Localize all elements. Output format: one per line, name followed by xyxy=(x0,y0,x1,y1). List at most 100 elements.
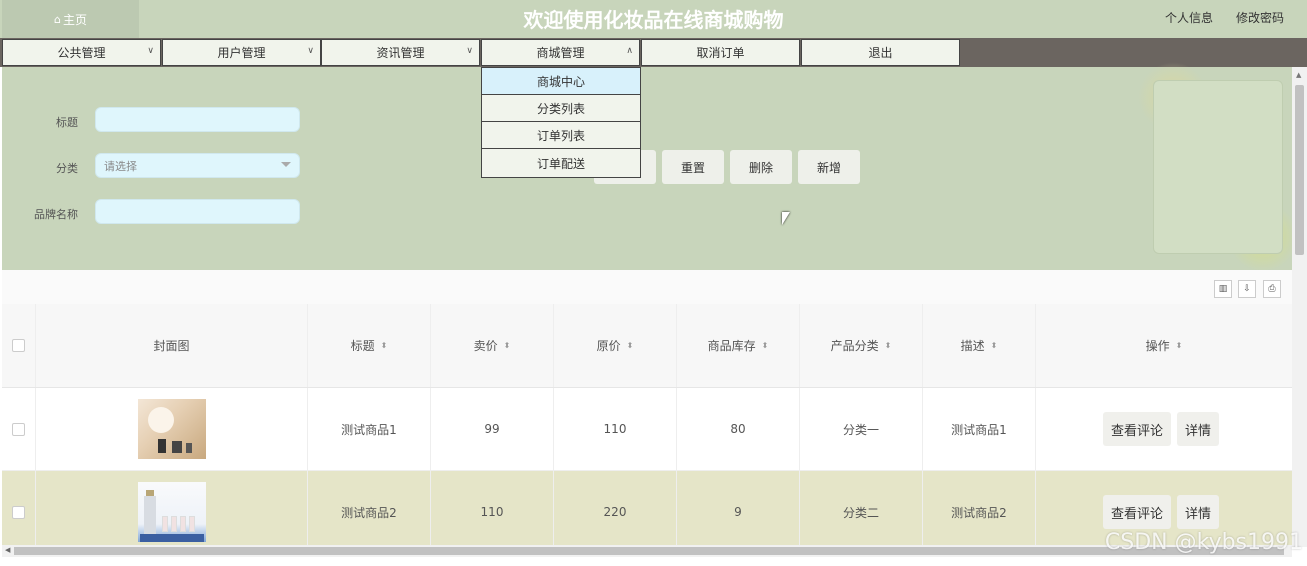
brand-input[interactable] xyxy=(95,199,300,224)
category-placeholder: 请选择 xyxy=(104,159,137,173)
col-label: 标题 xyxy=(350,339,375,353)
nav-logout[interactable]: 退出 xyxy=(801,39,960,66)
col-stock[interactable]: 商品库存 ⬍ xyxy=(677,304,800,387)
site-title: 欢迎使用化妆品在线商城购物 xyxy=(523,8,784,32)
detail-button[interactable]: 详情 xyxy=(1177,495,1220,529)
menu-item-order-delivery[interactable]: 订单配送 xyxy=(482,149,640,177)
sort-icon[interactable]: ⬍ xyxy=(627,341,634,350)
table-row[interactable]: 测试商品2 110 220 9 分类二 测试商品2 查看评论 详情 xyxy=(2,471,1292,554)
view-reviews-button[interactable]: 查看评论 xyxy=(1102,412,1171,446)
nav-cancel-order[interactable]: 取消订单 xyxy=(641,39,800,66)
sort-icon[interactable]: ⬍ xyxy=(885,341,892,350)
nav-news-management[interactable]: 资讯管理 ∨ xyxy=(321,39,480,66)
cover-cell xyxy=(36,388,308,470)
menu-item-mall-center[interactable]: 商城中心 xyxy=(482,68,640,95)
category-select[interactable]: 请选择 xyxy=(95,153,300,178)
scrollbar-thumb[interactable] xyxy=(14,547,1284,555)
nav-user-management[interactable]: 用户管理 ∨ xyxy=(162,39,321,66)
product-cover-image xyxy=(137,399,206,459)
col-original-price[interactable]: 原价 ⬍ xyxy=(554,304,677,387)
title-input[interactable] xyxy=(95,107,300,132)
profile-link[interactable]: 个人信息 xyxy=(1165,0,1213,36)
nav-label: 取消订单 xyxy=(696,46,745,60)
col-cover: 封面图 xyxy=(36,304,308,387)
detail-button[interactable]: 详情 xyxy=(1177,412,1220,446)
row-select-cell xyxy=(2,388,36,470)
horizontal-scrollbar[interactable]: ◀ xyxy=(2,545,1292,557)
table-row[interactable]: 测试商品1 99 110 80 分类一 测试商品1 查看评论 详情 xyxy=(2,388,1292,471)
chevron-down-icon: ∨ xyxy=(466,46,473,56)
col-label: 描述 xyxy=(960,339,985,353)
nav-label: 公共管理 xyxy=(57,46,106,60)
col-label: 卖价 xyxy=(473,339,498,353)
scroll-up-icon[interactable]: ▲ xyxy=(1296,71,1301,79)
col-label: 操作 xyxy=(1145,339,1170,353)
print-icon[interactable]: ⎙ xyxy=(1263,280,1281,298)
home-tab[interactable]: ⌂ 主页 xyxy=(2,0,139,38)
nav-label: 退出 xyxy=(868,46,893,60)
product-table: 封面图 标题 ⬍ 卖价 ⬍ 原价 ⬍ 商品库存 ⬍ 产品分类 ⬍ 描述 ⬍ 操作 ⬍ xyxy=(2,304,1292,554)
change-password-link[interactable]: 修改密码 xyxy=(1236,0,1284,36)
title-label: 标题 xyxy=(56,116,78,129)
export-icon[interactable]: ⇩ xyxy=(1238,280,1256,298)
row-checkbox[interactable] xyxy=(12,505,25,519)
scrollbar-thumb[interactable] xyxy=(1295,85,1304,255)
nav-label: 资讯管理 xyxy=(376,46,425,60)
scroll-left-icon[interactable]: ◀ xyxy=(5,546,10,554)
col-price[interactable]: 卖价 ⬍ xyxy=(431,304,554,387)
select-all-checkbox[interactable] xyxy=(12,339,25,352)
stock-cell: 9 xyxy=(677,471,800,553)
add-button[interactable]: 新增 xyxy=(798,150,860,184)
category-cell: 分类一 xyxy=(800,388,923,470)
menu-item-order-list[interactable]: 订单列表 xyxy=(482,122,640,149)
mouse-cursor xyxy=(782,212,790,225)
stock-cell: 80 xyxy=(677,388,800,470)
main-nav: 公共管理 ∨ 用户管理 ∨ 资讯管理 ∨ 商城管理 ∧ 取消订单 退出 xyxy=(0,38,1307,67)
delete-button[interactable]: 删除 xyxy=(730,150,792,184)
original-price-cell: 220 xyxy=(554,471,677,553)
col-title[interactable]: 标题 ⬍ xyxy=(308,304,431,387)
sort-icon[interactable]: ⬍ xyxy=(991,341,998,350)
sort-icon[interactable]: ⬍ xyxy=(381,341,388,350)
mall-dropdown-menu: 商城中心 分类列表 订单列表 订单配送 xyxy=(481,67,641,178)
col-category[interactable]: 产品分类 ⬍ xyxy=(800,304,923,387)
table-header: 封面图 标题 ⬍ 卖价 ⬍ 原价 ⬍ 商品库存 ⬍ 产品分类 ⬍ 描述 ⬍ 操作 ⬍ xyxy=(2,304,1292,388)
category-label: 分类 xyxy=(56,162,78,175)
reset-button[interactable]: 重置 xyxy=(662,150,724,184)
view-reviews-button[interactable]: 查看评论 xyxy=(1102,495,1171,529)
nav-label: 商城管理 xyxy=(536,46,585,60)
caret-down-icon xyxy=(281,162,291,167)
description-cell: 测试商品1 xyxy=(923,388,1036,470)
row-checkbox[interactable] xyxy=(12,422,25,436)
col-description[interactable]: 描述 ⬍ xyxy=(923,304,1036,387)
title-cell: 测试商品2 xyxy=(308,471,431,553)
title-cell: 测试商品1 xyxy=(308,388,431,470)
brand-label: 品牌名称 xyxy=(34,208,78,221)
col-label: 产品分类 xyxy=(830,339,879,353)
nav-public-management[interactable]: 公共管理 ∨ xyxy=(2,39,161,66)
decor-card xyxy=(1153,80,1283,254)
col-label: 封面图 xyxy=(153,339,190,353)
price-cell: 99 xyxy=(431,388,554,470)
watermark: CSDN @kybs1991 xyxy=(1104,530,1303,555)
chevron-up-icon: ∧ xyxy=(626,46,633,56)
col-actions[interactable]: 操作 ⬍ xyxy=(1036,304,1292,387)
home-label: 主页 xyxy=(62,12,87,27)
home-icon: ⌂ xyxy=(54,12,61,26)
category-cell: 分类二 xyxy=(800,471,923,553)
chevron-down-icon: ∨ xyxy=(147,46,154,56)
nav-mall-management[interactable]: 商城管理 ∧ xyxy=(481,39,640,66)
original-price-cell: 110 xyxy=(554,388,677,470)
columns-icon[interactable]: ▥ xyxy=(1214,280,1232,298)
cover-cell xyxy=(36,471,308,553)
description-cell: 测试商品2 xyxy=(923,471,1036,553)
vertical-scrollbar[interactable]: ▲ xyxy=(1292,67,1307,547)
sort-icon[interactable]: ⬍ xyxy=(504,341,511,350)
sort-icon[interactable]: ⬍ xyxy=(762,341,769,350)
menu-item-category-list[interactable]: 分类列表 xyxy=(482,95,640,122)
col-label: 原价 xyxy=(596,339,621,353)
sort-icon[interactable]: ⬍ xyxy=(1176,341,1183,350)
price-cell: 110 xyxy=(431,471,554,553)
search-panel: 标题 分类 请选择 品牌名称 查询 重置 删除 新增 xyxy=(2,62,1298,272)
table-toolbar: ▥ ⇩ ⎙ xyxy=(2,270,1292,304)
